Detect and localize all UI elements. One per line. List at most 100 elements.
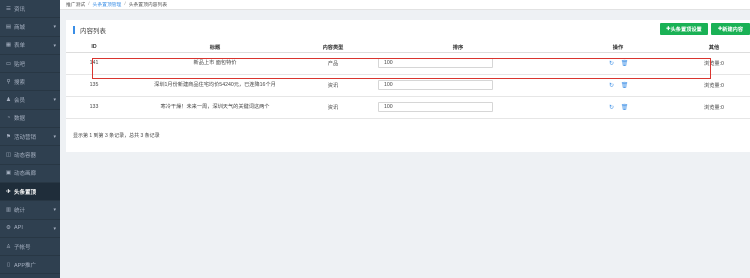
column-header-type: 内容类型 xyxy=(308,43,358,53)
chevron-down-icon: ▾ xyxy=(53,24,56,31)
sidebar-item-label: 统计 xyxy=(14,207,26,214)
chevron-down-icon: ▾ xyxy=(53,97,56,104)
column-header-actions: 操作 xyxy=(558,43,678,53)
sidebar-item-label: 数据 xyxy=(14,116,26,123)
cell-id: 135 xyxy=(66,74,122,97)
headline-settings-button[interactable]: ✚ 头条置顶设置 xyxy=(660,23,708,35)
sidebar-item-subaccount[interactable]: ♙ 子帐号 xyxy=(0,238,60,257)
breadcrumb-separator: / xyxy=(124,2,126,7)
cell-type: 产品 xyxy=(308,52,358,75)
sidebar-item-label: 头条置顶 xyxy=(14,189,37,196)
sidebar-item-label: 表单 xyxy=(14,43,26,50)
sidebar-item-label: 资讯 xyxy=(14,6,26,13)
chevron-down-icon: ▾ xyxy=(53,225,56,232)
table-header-row: ID 标题 内容类型 排序 操作 其他 xyxy=(66,43,750,53)
breadcrumb-item[interactable]: 头条置顶管理 xyxy=(93,1,122,8)
button-label: 新建内容 xyxy=(722,26,744,33)
cell-other: 浏览量:0 xyxy=(678,52,750,75)
sidebar-item-label: 动态容器 xyxy=(14,153,37,160)
breadcrumb-separator: / xyxy=(88,2,90,7)
sidebar-item-api[interactable]: ⚙ API ▾ xyxy=(0,220,60,238)
cell-other: 浏览量:0 xyxy=(678,74,750,97)
trash-icon[interactable]: 🗑︎ xyxy=(621,82,629,89)
cell-title: 新品上市 面包特价 xyxy=(122,52,308,75)
sidebar-item-label: 活动营销 xyxy=(14,134,37,141)
cell-sort: 100 xyxy=(358,74,558,97)
chart-icon: ◔ xyxy=(6,115,11,122)
cell-type: 资讯 xyxy=(308,74,358,97)
panel-header: 内容列表 ✚ 头条置顶设置 ✚ 新建内容 xyxy=(66,20,750,39)
sidebar-item-member[interactable]: ♟ 会员 ▾ xyxy=(0,91,60,110)
table-row: 133 寒冷干燥！未来一周，深圳天气的关键词这两个 资讯 100 ↻ 🗑︎ 浏览量… xyxy=(66,96,750,119)
app-icon: ▯ xyxy=(6,261,11,268)
sidebar-item-label: 子帐号 xyxy=(14,244,31,251)
column-header-title: 标题 xyxy=(122,43,308,53)
sidebar-item-stats[interactable]: ▥ 统计 ▾ xyxy=(0,201,60,220)
cell-actions: ↻ 🗑︎ xyxy=(558,52,678,75)
sidebar-item-app[interactable]: ▯ APP推广 xyxy=(0,256,60,275)
column-header-sort: 排序 xyxy=(358,43,558,53)
page-title: 内容列表 xyxy=(80,27,106,35)
cell-title: 深圳1月份新建商品住宅均价54240元，已连降16个月 xyxy=(122,74,308,97)
sidebar-item-news[interactable]: ☰ 资讯 xyxy=(0,0,60,19)
search-icon: ⚲ xyxy=(6,78,11,85)
table-row: 141 新品上市 面包特价 产品 100 ↻ 🗑︎ 浏览量:0 xyxy=(66,52,750,75)
column-header-id: ID xyxy=(66,43,122,53)
title-accent-bar xyxy=(73,25,75,34)
refresh-icon[interactable]: ↻ xyxy=(609,82,615,89)
sidebar-item-label: 会员 xyxy=(14,98,26,105)
new-content-button[interactable]: ✚ 新建内容 xyxy=(711,23,750,35)
sidebar-item-gallery[interactable]: ▣ 动态画廊 xyxy=(0,165,60,183)
sidebar-item-label: APP推广 xyxy=(14,262,37,269)
refresh-icon[interactable]: ↻ xyxy=(609,104,615,111)
sort-input[interactable]: 100 xyxy=(378,102,493,112)
sidebar-item-form[interactable]: ▦ 表单 ▾ xyxy=(0,37,60,55)
box-icon: ◫ xyxy=(5,152,12,159)
form-icon: ▦ xyxy=(5,42,12,49)
sidebar-item-label: 动态画廊 xyxy=(14,171,37,178)
api-icon: ⚙ xyxy=(6,225,11,232)
user-icon: ♟ xyxy=(6,97,11,104)
plane-icon: ✈ xyxy=(6,188,11,195)
flag-icon: ⚑ xyxy=(6,133,11,140)
chevron-down-icon: ▾ xyxy=(53,42,56,49)
refresh-icon[interactable]: ↻ xyxy=(609,60,615,67)
sidebar-item-search[interactable]: ⚲ 搜索 xyxy=(0,73,60,92)
sidebar-item-marketing[interactable]: ⚑ 活动营销 ▾ xyxy=(0,128,60,147)
table-row: 135 深圳1月份新建商品住宅均价54240元，已连降16个月 资讯 100 ↻… xyxy=(66,74,750,97)
column-header-other: 其他 xyxy=(678,43,750,53)
cell-actions: ↻ 🗑︎ xyxy=(558,74,678,97)
cell-title: 寒冷干燥！未来一周，深圳天气的关键词这两个 xyxy=(122,96,308,119)
breadcrumb: 推广测试 / 头条置顶管理 / 头条置顶内容列表 xyxy=(60,0,750,10)
pagination-summary: 显示第 1 到第 3 条记录，总共 3 条记录 xyxy=(73,133,160,139)
breadcrumb-item[interactable]: 推广测试 xyxy=(66,1,85,8)
sidebar: ☰ 资讯 ▤ 商城 ▾ ▦ 表单 ▾ ▭ 贴吧 ⚲ 搜索 ♟ 会员 ▾ ◔ 数据 ⚑ 活动营销 ▾ ◫ 动… xyxy=(0,0,60,278)
cell-actions: ↻ 🗑︎ xyxy=(558,96,678,119)
sidebar-item-mall[interactable]: ▤ 商城 ▾ xyxy=(0,18,60,37)
cart-icon: ▤ xyxy=(5,23,12,30)
sort-input[interactable]: 100 xyxy=(378,80,493,90)
stats-icon: ▥ xyxy=(5,206,12,213)
sidebar-item-data[interactable]: ◔ 数据 xyxy=(0,110,60,129)
sidebar-item-label: 商城 xyxy=(14,24,26,31)
subaccount-icon: ♙ xyxy=(6,243,11,250)
button-label: 头条置顶设置 xyxy=(670,26,702,33)
cell-id: 141 xyxy=(66,52,122,75)
gallery-icon: ▣ xyxy=(5,170,12,177)
cell-type: 资讯 xyxy=(308,96,358,119)
trash-icon[interactable]: 🗑︎ xyxy=(621,60,629,67)
content-panel: 内容列表 ✚ 头条置顶设置 ✚ 新建内容 ID 标题 内容类型 排序 操作 其他 1… xyxy=(66,20,750,152)
sidebar-item-headline[interactable]: ✈ 头条置顶 xyxy=(0,182,60,202)
sidebar-item-label: API xyxy=(14,225,23,232)
cell-sort: 100 xyxy=(358,52,558,75)
chevron-down-icon: ▾ xyxy=(53,134,56,141)
trash-icon[interactable]: 🗑︎ xyxy=(621,104,629,111)
sidebar-item-container[interactable]: ◫ 动态容器 xyxy=(0,146,60,165)
cell-other: 浏览量:0 xyxy=(678,96,750,119)
sidebar-item-forum[interactable]: ▭ 贴吧 xyxy=(0,55,60,74)
list-icon: ☰ xyxy=(6,5,11,12)
sort-input[interactable]: 100 xyxy=(378,58,493,68)
chevron-down-icon: ▾ xyxy=(53,207,56,214)
chat-icon: ▭ xyxy=(5,60,12,67)
sidebar-item-label: 贴吧 xyxy=(14,61,26,68)
